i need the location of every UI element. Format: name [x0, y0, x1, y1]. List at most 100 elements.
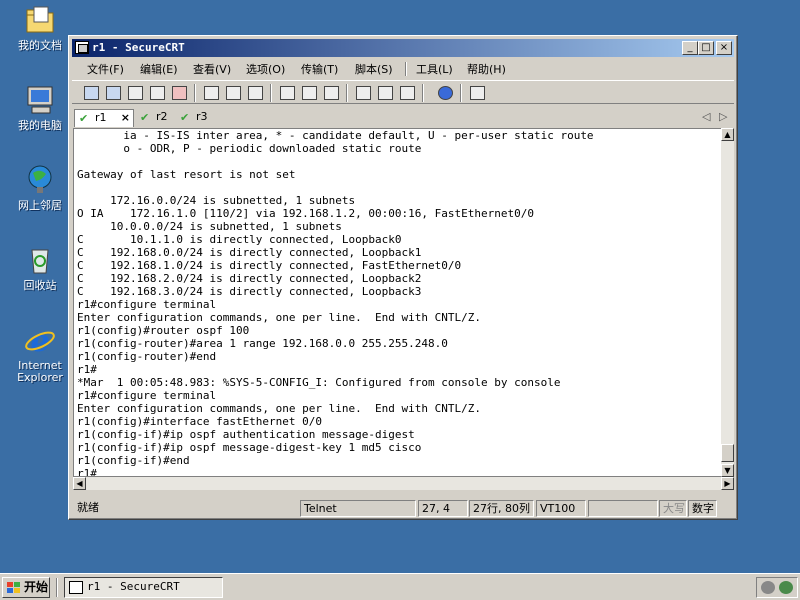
global-options-icon[interactable] — [376, 84, 394, 101]
menu-script[interactable]: 脚本(S) — [355, 61, 393, 77]
status-emulation: VT100 — [536, 500, 586, 517]
terminal-line: r1#configure terminal — [77, 298, 217, 311]
tab-scroll-left-icon[interactable]: ◁ — [702, 110, 710, 123]
terminal-line: r1(config-if)#end — [77, 454, 190, 467]
toolbar-separator — [194, 84, 196, 102]
desktop-icon-recycle-bin[interactable]: 回收站 — [8, 244, 72, 292]
find-icon[interactable] — [246, 84, 264, 101]
connected-check-icon: ✔ — [79, 112, 89, 125]
status-blank — [588, 500, 658, 517]
taskbar-separator — [56, 578, 58, 597]
menu-edit[interactable]: 编辑(E) — [140, 61, 178, 77]
quick-connect-icon[interactable] — [104, 84, 122, 101]
horizontal-scrollbar[interactable]: ◀ ▶ — [73, 477, 734, 490]
menu-bar: 文件(F) 编辑(E) 查看(V) 选项(O) 传输(T) 脚本(S) 工具(L… — [72, 59, 734, 78]
reconnect-icon[interactable] — [148, 84, 166, 101]
terminal-line: C 10.1.1.0 is directly connected, Loopba… — [77, 233, 402, 246]
terminal-output[interactable]: ia - IS-IS inter area, * - candidate def… — [73, 128, 721, 477]
copy-icon[interactable] — [202, 84, 220, 101]
connect-tab-icon[interactable] — [126, 84, 144, 101]
tab-label: r2 — [156, 110, 168, 123]
taskbar-item-securecrt[interactable]: r1 - SecureCRT — [64, 577, 223, 598]
print-setup-icon[interactable] — [278, 84, 296, 101]
terminal-line: r1#configure terminal — [77, 389, 217, 402]
session-options-icon[interactable] — [354, 84, 372, 101]
status-cursor-position: 27, 4 — [418, 500, 468, 517]
menu-transfer[interactable]: 传输(T) — [301, 61, 338, 77]
help-icon[interactable] — [436, 84, 454, 101]
volume-icon[interactable] — [761, 581, 775, 594]
connect-icon[interactable] — [82, 84, 100, 101]
title-bar[interactable]: r1 - SecureCRT _ □ × — [72, 39, 734, 57]
status-bar: 就绪 Telnet 27, 4 27行, 80列 VT100 大写 数字 — [72, 498, 734, 518]
close-button[interactable]: × — [716, 41, 732, 55]
terminal-line: r1(config-if)#ip ospf message-digest-key… — [77, 441, 422, 454]
terminal-line: r1(config-if)#ip ospf authentication mes… — [77, 428, 415, 441]
terminal-line: C 192.168.0.0/24 is directly connected, … — [77, 246, 422, 259]
menu-view[interactable]: 查看(V) — [193, 61, 231, 77]
scroll-down-icon[interactable]: ▼ — [721, 464, 734, 477]
computer-icon — [24, 84, 56, 116]
start-button[interactable]: 开始 — [2, 577, 50, 598]
minimize-button[interactable]: _ — [682, 41, 698, 55]
desktop-icon-my-computer[interactable]: 我的电脑 — [8, 84, 72, 132]
scroll-right-icon[interactable]: ▶ — [721, 477, 734, 490]
tab-r1[interactable]: ✔ r1 × — [74, 109, 134, 127]
tab-label: r3 — [196, 110, 208, 123]
terminal-line: r1# — [77, 467, 97, 477]
tab-close-icon[interactable]: × — [121, 110, 130, 126]
menu-help[interactable]: 帮助(H) — [467, 61, 506, 77]
tab-scroll-right-icon[interactable]: ▷ — [719, 110, 727, 123]
keymap-icon[interactable] — [398, 84, 416, 101]
vertical-scrollbar[interactable]: ▲ ▼ — [721, 128, 734, 477]
terminal-line: *Mar 1 00:05:48.983: %SYS-5-CONFIG_I: Co… — [77, 376, 561, 389]
tab-r3[interactable]: ✔ r3 — [176, 109, 216, 127]
desktop-icon-network[interactable]: 网上邻居 — [8, 164, 72, 212]
securecrt-window: r1 - SecureCRT _ □ × 文件(F) 编辑(E) 查看(V) 选… — [68, 35, 738, 520]
desktop-icon-internet-explorer[interactable]: e Internet Explorer — [8, 324, 72, 384]
status-num-lock: 数字 — [688, 500, 717, 517]
folder-icon — [24, 4, 56, 36]
start-label: 开始 — [24, 580, 49, 594]
desktop-icon-label: 回收站 — [23, 279, 57, 292]
svg-text:e: e — [30, 324, 49, 356]
tab-label: r1 — [95, 111, 107, 124]
network-status-icon[interactable] — [779, 581, 793, 594]
network-icon — [24, 164, 56, 196]
disconnect-icon[interactable] — [170, 84, 188, 101]
terminal-line: C 192.168.2.0/24 is directly connected, … — [77, 272, 422, 285]
maximize-button[interactable]: □ — [698, 41, 714, 55]
keyboard-icon[interactable] — [468, 84, 486, 101]
terminal-line: r1(config-router)#area 1 range 192.168.0… — [77, 337, 448, 350]
menu-options[interactable]: 选项(O) — [246, 61, 285, 77]
taskbar-item-label: r1 - SecureCRT — [87, 580, 180, 593]
recycle-bin-icon — [24, 244, 56, 276]
terminal-line: r1(config)#interface fastEthernet 0/0 — [77, 415, 323, 428]
desktop-icon-my-documents[interactable]: 我的文档 — [8, 4, 72, 52]
connected-check-icon: ✔ — [140, 111, 150, 124]
scroll-thumb[interactable] — [721, 444, 734, 462]
print-selection-icon[interactable] — [300, 84, 318, 101]
scroll-up-icon[interactable]: ▲ — [721, 128, 734, 141]
terminal-line: Enter configuration commands, one per li… — [77, 311, 481, 324]
toolbar — [72, 80, 734, 104]
terminal-line: o - ODR, P - periodic downloaded static … — [77, 142, 422, 155]
taskbar: 开始 r1 - SecureCRT — [0, 573, 800, 600]
app-icon — [69, 581, 83, 594]
print-icon[interactable] — [322, 84, 340, 101]
terminal-line: 172.16.0.0/24 is subnetted, 1 subnets — [77, 194, 356, 207]
tab-r2[interactable]: ✔ r2 — [136, 109, 176, 127]
terminal-line: Enter configuration commands, one per li… — [77, 402, 481, 415]
scroll-left-icon[interactable]: ◀ — [73, 477, 86, 490]
paste-icon[interactable] — [224, 84, 242, 101]
terminal-line: r1(config)#router ospf 100 — [77, 324, 250, 337]
desktop-icon-label: Internet Explorer — [17, 359, 63, 384]
toolbar-separator — [270, 84, 272, 102]
menu-file[interactable]: 文件(F) — [87, 61, 124, 77]
windows-logo-icon — [7, 582, 21, 594]
menu-tools[interactable]: 工具(L) — [416, 61, 453, 77]
status-terminal-size: 27行, 80列 — [469, 500, 534, 517]
connected-check-icon: ✔ — [180, 111, 190, 124]
